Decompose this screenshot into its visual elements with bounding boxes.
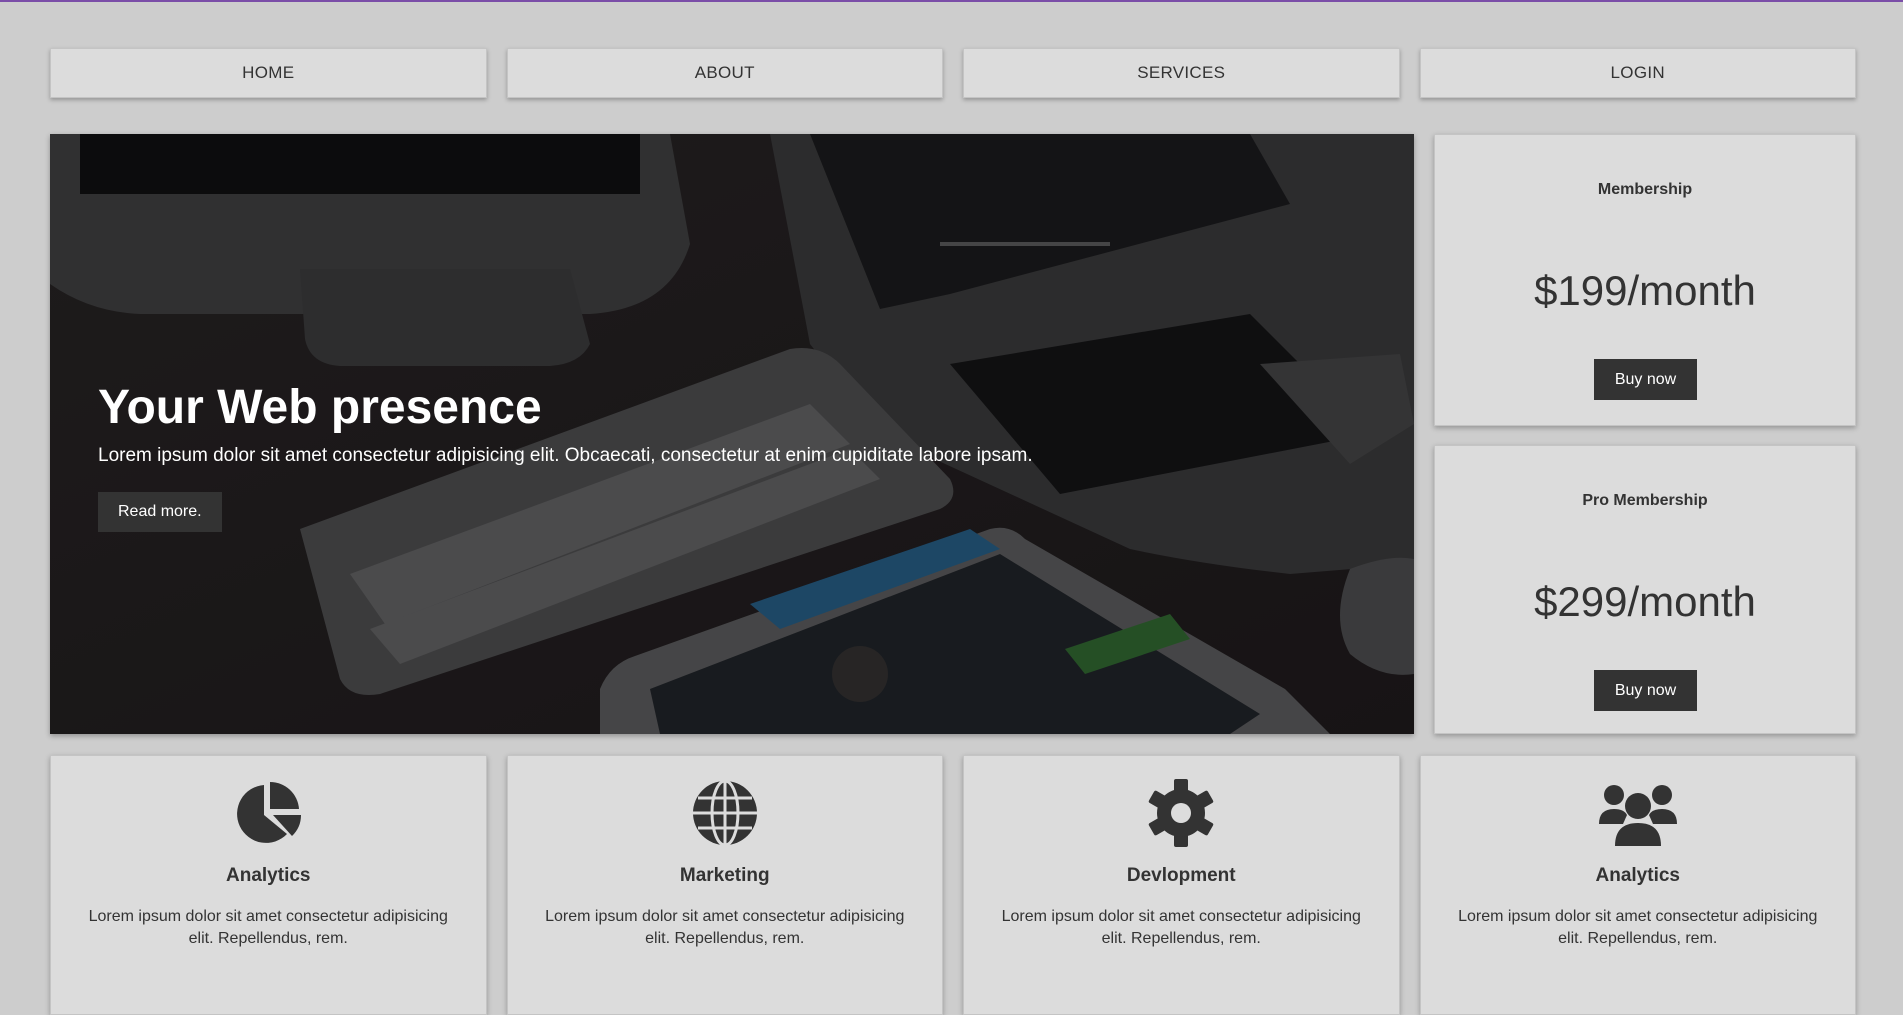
gear-icon: [1140, 778, 1222, 848]
feature-text: Lorem ipsum dolor sit amet consectetur a…: [545, 908, 905, 947]
hero-banner: Your Web presence Lorem ipsum dolor sit …: [50, 134, 1414, 734]
plan-title: Membership: [1597, 181, 1693, 198]
plan-price: $299/month: [1534, 578, 1756, 625]
feature-card-analytics: Analytics Lorem ipsum dolor sit amet con…: [50, 755, 487, 1015]
feature-text: Lorem ipsum dolor sit amet consectetur a…: [88, 908, 448, 947]
feature-text: Lorem ipsum dolor sit amet consectetur a…: [1001, 908, 1361, 947]
pie-chart-icon: [227, 778, 309, 848]
top-accent-bar: [0, 0, 1903, 2]
hero-text: Lorem ipsum dolor sit amet consectetur a…: [98, 444, 1033, 466]
hero-title: Your Web presence: [98, 381, 542, 434]
nav-login[interactable]: LOGIN: [1419, 48, 1856, 98]
buy-now-button[interactable]: Buy now: [1594, 670, 1697, 711]
plan-price: $199/month: [1534, 267, 1756, 314]
feature-title: Analytics: [226, 865, 311, 886]
feature-card-team-analytics: Analytics Lorem ipsum dolor sit amet con…: [1419, 755, 1856, 1015]
feature-text: Lorem ipsum dolor sit amet consectetur a…: [1458, 908, 1818, 947]
read-more-button[interactable]: Read more.: [98, 491, 222, 532]
globe-icon: [684, 778, 766, 848]
nav-about[interactable]: ABOUT: [506, 48, 943, 98]
hero-content: Your Web presence Lorem ipsum dolor sit …: [98, 381, 1033, 532]
feature-card-marketing: Marketing Lorem ipsum dolor sit amet con…: [506, 755, 943, 1015]
nav-home[interactable]: HOME: [50, 48, 487, 98]
buy-now-button[interactable]: Buy now: [1594, 359, 1697, 400]
feature-title: Analytics: [1595, 865, 1680, 886]
plan-title: Pro Membership: [1582, 492, 1708, 509]
nav-services[interactable]: SERVICES: [963, 48, 1400, 98]
feature-card-development: Devlopment Lorem ipsum dolor sit amet co…: [963, 755, 1400, 1015]
feature-title: Marketing: [679, 865, 770, 886]
features-section: Analytics Lorem ipsum dolor sit amet con…: [50, 755, 1856, 1015]
pro-membership-card: Pro Membership $299/month Buy now: [1434, 445, 1856, 734]
feature-title: Devlopment: [1126, 865, 1236, 886]
membership-card: Membership $199/month Buy now: [1434, 134, 1856, 426]
users-icon: [1597, 778, 1679, 848]
main-nav: HOME ABOUT SERVICES LOGIN: [50, 48, 1856, 98]
